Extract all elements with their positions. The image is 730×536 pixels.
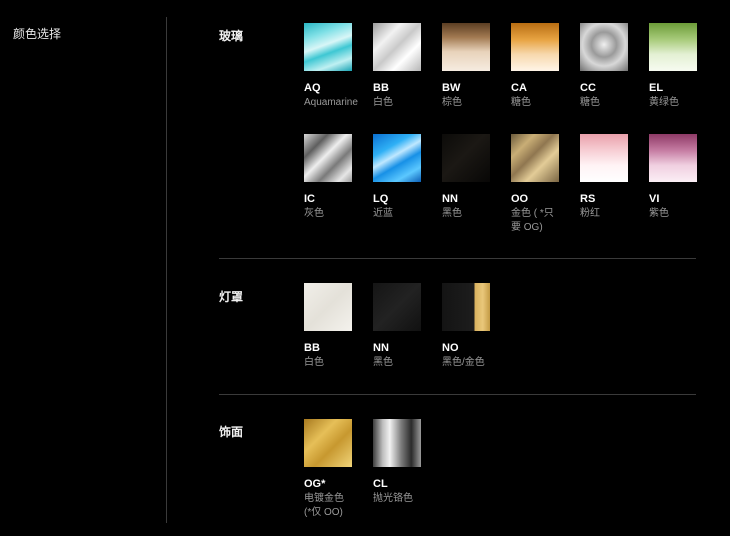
swatch-desc: 糖色 [511,97,531,108]
swatch-item-glass-rs[interactable]: RS 粉红 [580,134,646,220]
swatch-image[interactable] [580,134,628,182]
swatch-image[interactable] [304,23,352,71]
section-divider [219,258,696,259]
sidebar-title: 颜色选择 [13,27,62,41]
swatch-code: LQ [373,193,389,205]
swatch-item-shade-bb[interactable]: BB 白色 [304,283,370,369]
swatch-image[interactable] [442,134,490,182]
swatch-item-glass-bw[interactable]: BW 棕色 [442,23,508,109]
swatch-desc: 白色 [373,97,393,108]
swatch-item-glass-el[interactable]: EL 黄绿色 [649,23,715,109]
swatch-item-glass-lq[interactable]: LQ 近蓝 [373,134,439,220]
swatch-image[interactable] [511,134,559,182]
swatch-image[interactable] [649,134,697,182]
swatch-item-glass-nn[interactable]: NN 黑色 [442,134,508,220]
swatch-item-finish-cl[interactable]: CL 抛光铬色 [373,419,439,505]
swatch-code: OO [511,193,529,205]
swatch-code: VI [649,193,660,205]
swatch-desc: Aquamarine [304,97,358,108]
swatch-image[interactable] [511,23,559,71]
swatch-desc: 近蓝 [373,208,393,219]
swatch-image[interactable] [649,23,697,71]
swatch-code: BB [304,342,320,354]
swatch-desc: 棕色 [442,97,462,108]
swatch-desc: 糖色 [580,97,600,108]
swatch-item-shade-no[interactable]: NO 黑色/金色 [442,283,508,369]
swatch-code: EL [649,82,664,94]
swatch-item-finish-og[interactable]: OG* 电镀金色 (*仅 OO) [304,419,370,519]
swatch-desc: 黑色 [373,357,393,368]
swatch-item-glass-bb[interactable]: BB 白色 [373,23,439,109]
swatch-item-glass-oo[interactable]: OO 金色 ( *只 要 OG) [511,134,577,234]
swatch-desc: 黑色/金色 [442,357,485,368]
swatch-desc: 灰色 [304,208,324,219]
section-title-glass: 玻璃 [219,29,244,43]
swatch-image[interactable] [580,23,628,71]
color-selection-page: 颜色选择 玻璃 AQ Aquamarine BB 白色 BW 棕色 CA 糖色 … [0,5,730,536]
swatch-item-glass-ca[interactable]: CA 糖色 [511,23,577,109]
swatch-desc: 金色 ( *只 [511,208,554,219]
swatch-code: BB [373,82,389,94]
vertical-divider [166,17,167,523]
swatch-code: NN [373,342,389,354]
swatch-code: CA [511,82,527,94]
swatch-desc: 抛光铬色 [373,493,413,504]
section-title-finish: 饰面 [219,425,244,439]
swatch-code: AQ [304,82,321,94]
swatch-image[interactable] [373,419,421,467]
swatch-item-glass-ic[interactable]: IC 灰色 [304,134,370,220]
swatch-image[interactable] [442,283,490,331]
swatch-item-shade-nn[interactable]: NN 黑色 [373,283,439,369]
swatch-image[interactable] [373,23,421,71]
swatch-desc: 黑色 [442,208,462,219]
swatch-image[interactable] [373,134,421,182]
swatch-desc: 紫色 [649,208,669,219]
swatch-code: BW [442,82,461,94]
swatch-code: CL [373,478,388,490]
swatch-desc: 粉红 [580,208,600,219]
swatch-item-glass-vi[interactable]: VI 紫色 [649,134,715,220]
swatch-desc-line2: (*仅 OO) [304,507,343,518]
swatch-code: NO [442,342,459,354]
swatch-code: CC [580,82,596,94]
swatch-desc: 黄绿色 [649,97,679,108]
swatch-image[interactable] [442,23,490,71]
swatch-image[interactable] [373,283,421,331]
swatch-image[interactable] [304,419,352,467]
swatch-desc: 白色 [304,357,324,368]
swatch-item-glass-aq[interactable]: AQ Aquamarine [304,23,370,109]
section-title-shade: 灯罩 [219,290,244,304]
swatch-code: OG* [304,478,326,490]
swatch-item-glass-cc[interactable]: CC 糖色 [580,23,646,109]
swatch-desc-line2: 要 OG) [511,222,543,233]
section-divider [219,394,696,395]
swatch-code: IC [304,193,315,205]
swatch-code: RS [580,193,596,205]
swatch-image[interactable] [304,283,352,331]
swatch-code: NN [442,193,458,205]
swatch-image[interactable] [304,134,352,182]
swatch-desc: 电镀金色 [304,493,344,504]
